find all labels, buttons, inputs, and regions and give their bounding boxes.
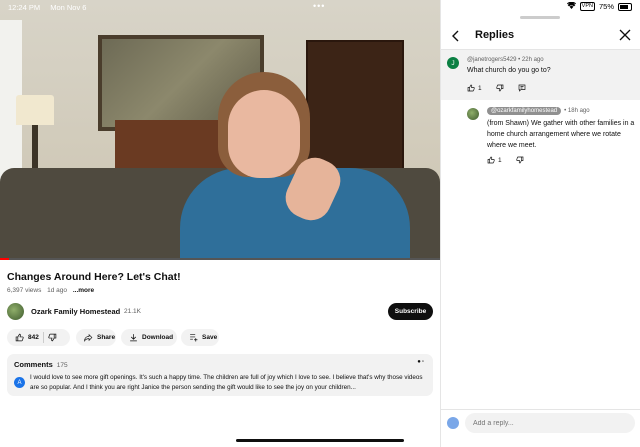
parent-comment-ago: • 22h ago xyxy=(518,57,544,63)
save-button[interactable]: Save xyxy=(181,329,219,346)
video-meta: 6,397 views 1d ago ...more xyxy=(7,287,94,294)
parent-like-count: 1 xyxy=(478,84,482,92)
download-label: Download xyxy=(142,334,174,341)
comments-expand-dots-icon[interactable]: ●▫ xyxy=(417,359,425,365)
upload-age: 1d ago xyxy=(47,287,68,294)
parent-comment-meta: @janetrogers5429 • 22h ago xyxy=(467,57,544,63)
parent-comment-actions: 1 xyxy=(467,84,526,92)
like-icon[interactable] xyxy=(487,156,495,164)
status-bar: 12:24 PM Mon Nov 6 ••• VPN 75% xyxy=(0,0,640,13)
download-button[interactable]: Download xyxy=(121,329,177,346)
subscriber-count: 21.1K xyxy=(124,308,141,315)
video-title: Changes Around Here? Let's Chat! xyxy=(7,271,181,283)
like-dislike-pill: 842 xyxy=(7,329,70,346)
add-reply-input[interactable] xyxy=(465,413,635,433)
video-scene-lamp xyxy=(32,125,38,170)
video-player[interactable] xyxy=(0,0,440,260)
save-label: Save xyxy=(202,334,218,341)
comments-preview-card[interactable]: Comments 175 ●▫ A I would love to see mor… xyxy=(7,354,433,396)
like-count[interactable]: 842 xyxy=(28,334,39,341)
video-scene-person-face xyxy=(228,90,300,178)
panel-drag-handle[interactable] xyxy=(520,16,560,19)
description-more-link[interactable]: ...more xyxy=(73,287,94,294)
comments-label: Comments xyxy=(14,360,53,369)
dislike-icon[interactable] xyxy=(48,333,57,342)
save-playlist-icon xyxy=(189,333,198,342)
my-avatar xyxy=(447,417,459,429)
like-icon[interactable] xyxy=(467,84,475,92)
video-progress-bar[interactable] xyxy=(0,258,440,260)
reply-avatar[interactable] xyxy=(467,108,479,120)
reply-text: (from Shawn) We gather with other famili… xyxy=(487,120,635,149)
dislike-icon[interactable] xyxy=(495,84,504,92)
video-scene-lampshade xyxy=(16,95,54,125)
reply-like-count: 1 xyxy=(498,156,502,164)
parent-comment-user[interactable]: @janetrogers5429 xyxy=(467,57,516,63)
wifi-icon xyxy=(566,1,576,11)
multitask-dots[interactable]: ••• xyxy=(313,1,325,11)
share-label: Share xyxy=(97,334,116,341)
reply-meta: @ozarkfamilyhomestead • 18h ago xyxy=(487,107,590,115)
home-indicator[interactable] xyxy=(236,439,404,442)
like-icon[interactable] xyxy=(15,333,24,342)
vpn-badge: VPN xyxy=(579,2,595,11)
view-count: 6,397 views xyxy=(7,287,42,294)
battery-percent: 75% xyxy=(598,2,614,11)
back-chevron-icon[interactable] xyxy=(451,29,461,45)
reply-user-chip[interactable]: @ozarkfamilyhomestead xyxy=(487,107,562,115)
comments-count: 175 xyxy=(56,362,68,369)
video-progress-fill xyxy=(0,258,9,260)
channel-name[interactable]: Ozark Family Homestead xyxy=(31,307,120,316)
parent-like-group[interactable]: 1 xyxy=(467,84,482,92)
replies-panel: Replies J @janetrogers5429 • 22h ago Wha… xyxy=(440,0,640,447)
comments-header: Comments 175 xyxy=(14,360,68,369)
comment-preview-text: I would love to see more gift openings. … xyxy=(30,374,423,391)
share-icon xyxy=(84,333,93,342)
download-icon xyxy=(129,333,138,342)
like-separator xyxy=(42,332,44,343)
dislike-icon[interactable] xyxy=(515,156,524,164)
parent-comment-text: What church do you go to? xyxy=(467,67,551,74)
reply-ago: • 18h ago xyxy=(564,108,590,114)
parent-comment: J @janetrogers5429 • 22h ago What church… xyxy=(441,50,640,100)
reply-like-group[interactable]: 1 xyxy=(487,156,502,164)
parent-comment-avatar[interactable]: J xyxy=(447,57,459,69)
reply-icon[interactable] xyxy=(518,84,526,92)
status-date: Mon Nov 6 xyxy=(50,3,87,12)
status-right: VPN 75% xyxy=(566,1,632,11)
replies-title: Replies xyxy=(475,29,515,41)
battery-icon xyxy=(618,2,632,11)
channel-avatar[interactable] xyxy=(7,303,24,320)
status-left: 12:24 PM Mon Nov 6 xyxy=(8,3,94,12)
commenter-avatar: A xyxy=(14,377,25,388)
subscribe-button[interactable]: Subscribe xyxy=(388,303,433,320)
reply-actions: 1 xyxy=(487,156,524,164)
status-time: 12:24 PM xyxy=(8,3,41,12)
close-icon[interactable] xyxy=(619,28,631,44)
share-button[interactable]: Share xyxy=(76,329,116,346)
reply-input-divider xyxy=(441,409,640,410)
